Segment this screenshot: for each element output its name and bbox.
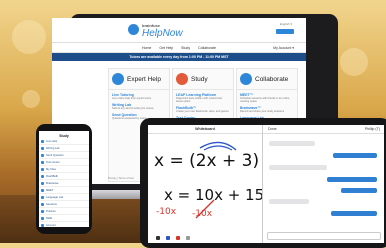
menu-item-label: Live Help [46,139,58,143]
card-title: Collaborate [255,75,289,83]
expert-help-icon [112,73,124,85]
helpnow-logo-icon [128,24,139,35]
tablet-screen: Whiteboard x = (2x + 3) 5 x = 10x + 15 -… [148,125,384,243]
phone-menu-list: Live Help Writing Lab Send Question Test Ce… [39,138,89,227]
menu-item-icon [41,174,44,178]
phone-menu-item[interactable]: Language Lab [39,194,89,201]
pen-tool-icon[interactable] [156,236,160,240]
menu-item-icon [41,139,44,143]
menu-item-icon [41,181,44,185]
menu-item-icon [41,195,44,199]
nav-item-study[interactable]: Study [181,46,190,50]
distribute-arrow [203,145,233,151]
chat-message-incoming [269,165,327,170]
menu-item-label: Skills [46,216,53,220]
chat-panel: Done Phillip (T) [262,125,384,243]
phone-menu-item[interactable]: FlashBulb [39,173,89,180]
phone-menu-item[interactable]: MEET [39,187,89,194]
card-title: Study [191,75,208,83]
menu-item-label: Language Lab [46,195,64,199]
whiteboard-toolbar [156,236,190,240]
equation-line-1: x = (2x + 3) 5 [154,151,262,171]
chat-input[interactable] [267,232,381,240]
brand-title[interactable]: HelpNow [142,28,183,39]
nav-item-home[interactable]: Home [142,46,151,50]
phone-menu-item[interactable]: Live Help [39,138,89,145]
chat-message-outgoing [333,153,377,158]
whiteboard-canvas[interactable]: x = (2x + 3) 5 x = 10x + 15 -10x -10x [148,134,262,243]
phone-menu-item[interactable]: My Files [39,166,89,173]
annotation-right: -10x [192,209,213,219]
card-title: Expert Help [127,75,161,83]
menu-item-label: Send Question [46,153,64,157]
main-nav: Home Get Help Study Collaborate My Accou… [52,43,306,53]
menu-item-icon [41,209,44,213]
login-button[interactable] [276,29,294,34]
annotation-left: -10x [156,207,177,217]
menu-item-icon [41,188,44,192]
phone-menu-item[interactable]: Skills [39,215,89,222]
nav-item-get-help[interactable]: Get Help [159,46,173,50]
menu-item-label: MEET [46,188,54,192]
chat-message-incoming [269,199,309,204]
bokeh-light [340,48,368,76]
menu-item-label: Writing Lab [46,146,60,150]
chat-done-button[interactable]: Done [268,127,277,131]
phone-menu-item[interactable]: Sessions [39,201,89,208]
site-footer[interactable]: Privacy | Terms of Use [108,177,134,180]
chat-tutor-name: Phillip (T) [364,127,380,131]
menu-item-label: My Files [46,167,57,171]
menu-item-icon [41,153,44,157]
bokeh-light [22,90,40,108]
chat-message-outgoing [341,188,377,193]
nav-item-collaborate[interactable]: Collaborate [198,46,216,50]
phone-menu-item[interactable]: Brainwave [39,180,89,187]
phone-menu-item[interactable]: Writing Lab [39,145,89,152]
phone-title: Study [59,134,69,138]
whiteboard-title: Whiteboard [148,125,262,134]
menu-item-label: Practice [46,209,56,213]
menu-item-label: Test Center [46,160,60,164]
menu-item-icon [41,216,44,220]
phone-menu-item[interactable]: Send Question [39,152,89,159]
language-selector[interactable]: English ▾ [280,22,292,26]
bokeh-light [12,20,46,54]
menu-item-label: Brainwave [46,181,59,185]
study-icon [176,73,188,85]
menu-item-icon [41,146,44,150]
menu-item-icon [41,160,44,164]
phone-menu-item[interactable]: Account [39,222,89,227]
phone-screen: Study Live Help Writing Lab Send Question T… [39,131,89,227]
chat-message-incoming [269,141,315,146]
eraser-tool-icon[interactable] [186,236,190,240]
menu-item-icon [41,167,44,171]
chat-header: Done Phillip (T) [263,125,384,134]
hours-banner: Tutors are available every day from 1:00… [52,53,306,61]
phone-menu-item[interactable]: Test Center [39,159,89,166]
menu-item-icon [41,223,44,227]
phone-menu-item[interactable]: Practice [39,208,89,215]
card-desc: Create your own flashcards, tests, and g… [176,110,229,113]
menu-item-label: FlashBulb [46,174,58,178]
chat-message-outgoing [331,211,377,216]
site-header: brainfuse HelpNow English ▾ [52,18,306,43]
collaborate-icon [240,73,252,85]
menu-item-label: Account [46,223,56,227]
chat-message-outgoing [327,177,377,182]
marker-tool-icon[interactable] [176,236,180,240]
my-account-menu[interactable]: My Account ▾ [273,46,306,50]
color-tool-icon[interactable] [166,236,170,240]
menu-item-label: Sessions [46,202,57,206]
menu-item-icon [41,202,44,206]
